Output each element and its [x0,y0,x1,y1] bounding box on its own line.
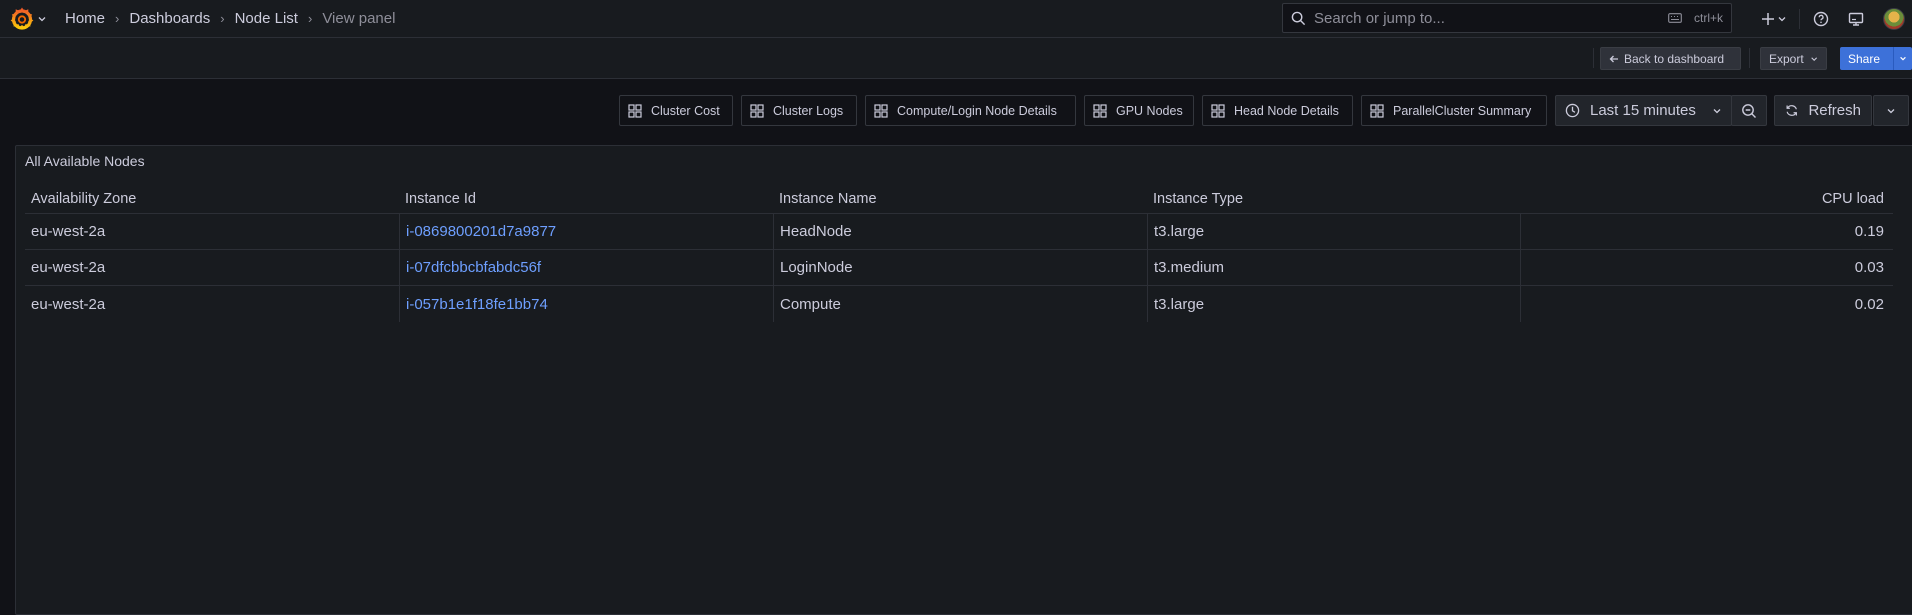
export-label: Export [1769,51,1804,66]
news-button[interactable] [1836,11,1876,27]
refresh-interval-button[interactable] [1873,95,1909,126]
monitor-icon [1848,12,1864,26]
dashboard-link-label: Cluster Logs [773,103,844,118]
search-input[interactable]: Search or jump to... ctrl+k [1282,3,1732,33]
breadcrumb-home[interactable]: Home [65,10,105,27]
back-to-dashboard-button[interactable]: Back to dashboard [1600,47,1741,70]
search-icon [1291,11,1306,25]
apps-grid-icon [1093,103,1107,118]
refresh-button[interactable]: Refresh [1774,95,1872,126]
toolbar-divider [1593,48,1594,68]
refresh-label: Refresh [1808,102,1861,119]
table-row: eu-west-2a i-07dfcbbcbfabdc56f LoginNode… [25,250,1893,286]
dashboard-link-compute-login-node-details[interactable]: Compute/Login Node Details [865,95,1076,126]
column-header-cpu-load[interactable]: CPU load [1520,184,1884,213]
breadcrumb-node-list[interactable]: Node List [235,10,298,27]
toolbar-divider [1749,48,1750,68]
cell-availability-zone: eu-west-2a [31,223,106,240]
share-label: Share [1848,51,1881,66]
refresh-icon [1786,105,1797,116]
cell-cpu-load: 0.03 [1520,250,1884,285]
zoom-out-button[interactable] [1731,95,1767,126]
cell-instance-id-link[interactable]: i-057b1e1f18fe1bb74 [399,286,548,322]
user-profile-button[interactable] [1876,8,1912,30]
help-button[interactable] [1806,11,1836,27]
cell-instance-type: t3.large [1147,286,1204,322]
cell-cpu-load: 0.19 [1520,214,1884,249]
breadcrumb-separator-icon: › [307,11,313,26]
time-range-label: Last 15 minutes [1590,102,1696,119]
zoom-out-icon [1742,103,1756,118]
clock-icon [1565,103,1580,118]
search-shortcut: ctrl+k [1668,11,1723,25]
top-actions [1755,0,1912,38]
dashboard-link-parallelcluster-summary[interactable]: ParallelCluster Summary [1361,95,1547,126]
dashboard-link-label: Compute/Login Node Details [897,103,1057,118]
apps-grid-icon [628,103,642,118]
back-to-dashboard-label: Back to dashboard [1624,51,1725,66]
apps-grid-icon [1370,103,1384,118]
cell-instance-id-link[interactable]: i-07dfcbbcbfabdc56f [399,250,541,285]
panel-title: All Available Nodes [25,153,145,169]
plus-icon [1762,13,1774,25]
column-header-availability-zone[interactable]: Availability Zone [31,184,136,213]
cell-instance-name: LoginNode [773,250,853,285]
cell-instance-name: HeadNode [773,214,852,249]
help-circle-icon [1813,11,1829,27]
dashboard-link-head-node-details[interactable]: Head Node Details [1202,95,1353,126]
chevron-down-icon [1900,56,1906,61]
cell-instance-type: t3.medium [1147,250,1224,285]
share-options-button[interactable] [1893,47,1912,70]
chevron-down-icon [1778,17,1786,22]
dashboard-link-label: Cluster Cost [651,103,720,118]
home-menu-toggle[interactable] [10,7,47,31]
cell-instance-name: Compute [773,286,841,322]
chevron-down-icon [1713,108,1721,113]
grafana-logo-icon [10,7,34,30]
avatar [1883,8,1905,30]
column-header-instance-type[interactable]: Instance Type [1153,184,1243,213]
apps-grid-icon [750,103,764,118]
search-shortcut-label: ctrl+k [1693,11,1723,25]
dashboard-link-label: ParallelCluster Summary [1393,103,1532,118]
table-row: eu-west-2a i-0869800201d7a9877 HeadNode … [25,214,1893,250]
table-row: eu-west-2a i-057b1e1f18fe1bb74 Compute t… [25,286,1893,322]
breadcrumb-separator-icon: › [115,11,120,26]
table-header: Availability Zone Instance Id Instance N… [25,184,1893,214]
chevron-down-icon [1810,56,1817,61]
column-header-instance-name[interactable]: Instance Name [779,184,877,213]
breadcrumb-separator-icon: › [220,11,225,26]
cell-cpu-load: 0.02 [1520,286,1884,322]
breadcrumb: Home › Dashboards › Node List › View pan… [65,10,395,27]
apps-grid-icon [1211,103,1225,118]
apps-grid-icon [874,103,888,118]
column-header-instance-id[interactable]: Instance Id [405,184,476,213]
chevron-down-icon [38,16,46,21]
dashboard-link-label: Head Node Details [1234,103,1339,118]
breadcrumb-dashboards[interactable]: Dashboards [129,10,210,27]
cell-instance-id-link[interactable]: i-0869800201d7a9877 [399,214,556,249]
search-placeholder: Search or jump to... [1314,9,1445,27]
cell-availability-zone: eu-west-2a [31,295,106,313]
dashboard-link-label: GPU Nodes [1116,103,1183,118]
breadcrumb-view-panel: View panel [322,10,396,27]
dashboard-link-cluster-cost[interactable]: Cluster Cost [619,95,733,126]
arrow-left-icon [1609,55,1618,62]
share-button[interactable]: Share [1840,47,1893,70]
time-range-picker[interactable]: Last 15 minutes [1555,95,1732,126]
add-menu-button[interactable] [1755,12,1793,26]
top-divider [1799,9,1800,29]
chevron-down-icon [1887,108,1895,113]
table-panel: All Available Nodes Availability Zone In… [15,145,1912,615]
nodes-table: Availability Zone Instance Id Instance N… [25,184,1893,322]
top-navbar: Home › Dashboards › Node List › View pan… [0,0,1912,38]
cell-availability-zone: eu-west-2a [31,259,106,276]
cell-instance-type: t3.large [1147,214,1204,249]
dashboard-link-gpu-nodes[interactable]: GPU Nodes [1084,95,1194,126]
keyboard-icon [1668,13,1682,23]
panel-view-toolbar: Back to dashboard Export Share [0,38,1912,79]
export-button[interactable]: Export [1760,47,1827,70]
dashboard-link-cluster-logs[interactable]: Cluster Logs [741,95,857,126]
